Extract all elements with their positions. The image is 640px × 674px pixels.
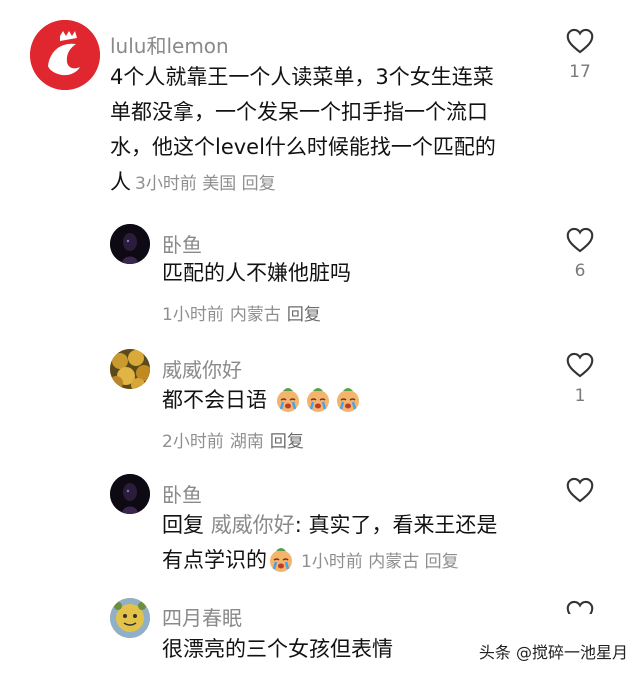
like-count: 6 bbox=[574, 261, 586, 281]
comment-4: 卧鱼 回复 威威你好: 真实了，看来王还是 有点学识的 1小时前 内蒙古 回复 bbox=[0, 460, 640, 590]
comment-text-line: 4个人就靠王一个人读菜单，3个女生连菜 bbox=[110, 65, 494, 89]
comment-location: 内蒙古 bbox=[368, 552, 420, 572]
reply-button[interactable]: 回复 bbox=[242, 174, 276, 194]
comment-meta: 3小时前 美国 回复 bbox=[135, 174, 276, 194]
comment-1: lulu和lemon 4个人就靠王一个人读菜单，3个女生连菜 单都没拿，一个发呆… bbox=[0, 0, 640, 210]
reply-button[interactable]: 回复 bbox=[270, 432, 304, 452]
comment-username[interactable]: 卧鱼 bbox=[162, 229, 202, 258]
avatar[interactable] bbox=[30, 20, 100, 90]
like-control: 6 bbox=[560, 227, 600, 281]
like-control: 17 bbox=[560, 28, 600, 82]
comment-text-line: 人 3小时前 美国 回复 bbox=[110, 165, 276, 202]
crying-emoji-icon bbox=[276, 388, 299, 412]
heart-icon[interactable] bbox=[566, 477, 594, 503]
comment-location: 美国 bbox=[202, 174, 237, 194]
heart-icon[interactable] bbox=[566, 227, 594, 253]
comment-text-line: 有点学识的 1小时前 内蒙古 回复 bbox=[162, 543, 459, 580]
comment-text-content: 有点学识的 bbox=[162, 548, 267, 572]
comment-time: 3小时前 bbox=[135, 174, 197, 194]
reply-button[interactable]: 回复 bbox=[287, 305, 321, 325]
like-control: 1 bbox=[560, 352, 600, 406]
heart-icon-partial[interactable] bbox=[566, 600, 594, 614]
comment-meta: 1小时前 内蒙古 回复 bbox=[162, 300, 327, 325]
comment-text: 都不会日语 bbox=[162, 383, 364, 418]
crying-emoji-icon bbox=[306, 388, 329, 412]
comment-text-content: : 真实了，看来王还是 bbox=[294, 513, 498, 537]
watermark: 头条 @搅碎一池星月 bbox=[438, 634, 628, 668]
comment-username[interactable]: 卧鱼 bbox=[162, 479, 202, 508]
comment-text: 很漂亮的三个女孩但表情 bbox=[162, 637, 393, 661]
crying-emoji-icon bbox=[336, 388, 359, 412]
avatar[interactable] bbox=[110, 474, 150, 514]
avatar[interactable] bbox=[110, 349, 150, 389]
avatar[interactable] bbox=[110, 224, 150, 264]
comment-username[interactable]: lulu和lemon bbox=[110, 30, 229, 59]
comment-username[interactable]: 威威你好 bbox=[162, 354, 242, 383]
fruit-photo-icon bbox=[110, 349, 150, 389]
reply-button[interactable]: 回复 bbox=[425, 552, 459, 572]
cartoon-avatar-icon bbox=[110, 598, 150, 638]
comment-text-line: 单都没拿，一个发呆一个扣手指一个流口 bbox=[110, 100, 488, 124]
like-control bbox=[560, 477, 600, 503]
comment-3: 威威你好 都不会日语 2小时前 湖南 回复 1 bbox=[0, 335, 640, 455]
heart-icon bbox=[566, 600, 594, 614]
comment-time: 1小时前 bbox=[162, 305, 224, 325]
comment-time: 1小时前 bbox=[301, 552, 363, 572]
comment-meta: 2小时前 湖南 回复 bbox=[162, 427, 310, 452]
comment-2: 卧鱼 匹配的人不嫌他脏吗 1小时前 内蒙古 回复 6 bbox=[0, 210, 640, 330]
dark-figure-icon bbox=[110, 474, 150, 514]
comment-location: 湖南 bbox=[229, 432, 264, 452]
avatar[interactable] bbox=[110, 598, 150, 638]
chicken-logo-icon bbox=[30, 20, 100, 90]
crying-emoji-icon bbox=[270, 548, 292, 572]
comment-text-content: 都不会日语 bbox=[162, 388, 267, 412]
like-count: 1 bbox=[574, 386, 586, 406]
like-count: 17 bbox=[569, 62, 591, 82]
comment-text-line: 回复 威威你好: 真实了，看来王还是 bbox=[162, 508, 497, 543]
watermark-text: 头条 @搅碎一池星月 bbox=[478, 643, 628, 662]
comment-text: 匹配的人不嫌他脏吗 bbox=[162, 261, 351, 285]
comment-location: 内蒙古 bbox=[229, 305, 281, 325]
comment-time: 2小时前 bbox=[162, 432, 224, 452]
comment-text-line: 水，他这个level什么时候能找一个匹配的 bbox=[110, 135, 496, 159]
heart-icon[interactable] bbox=[566, 352, 594, 378]
comment-text-line-end: 人 bbox=[110, 170, 131, 194]
dark-figure-icon bbox=[110, 224, 150, 264]
reply-to-username[interactable]: 威威你好 bbox=[211, 513, 295, 537]
comment-meta: 1小时前 内蒙古 回复 bbox=[301, 552, 459, 572]
reply-prefix: 回复 bbox=[162, 513, 204, 537]
heart-icon[interactable] bbox=[566, 28, 594, 54]
comment-username[interactable]: 四月春眠 bbox=[162, 602, 242, 631]
